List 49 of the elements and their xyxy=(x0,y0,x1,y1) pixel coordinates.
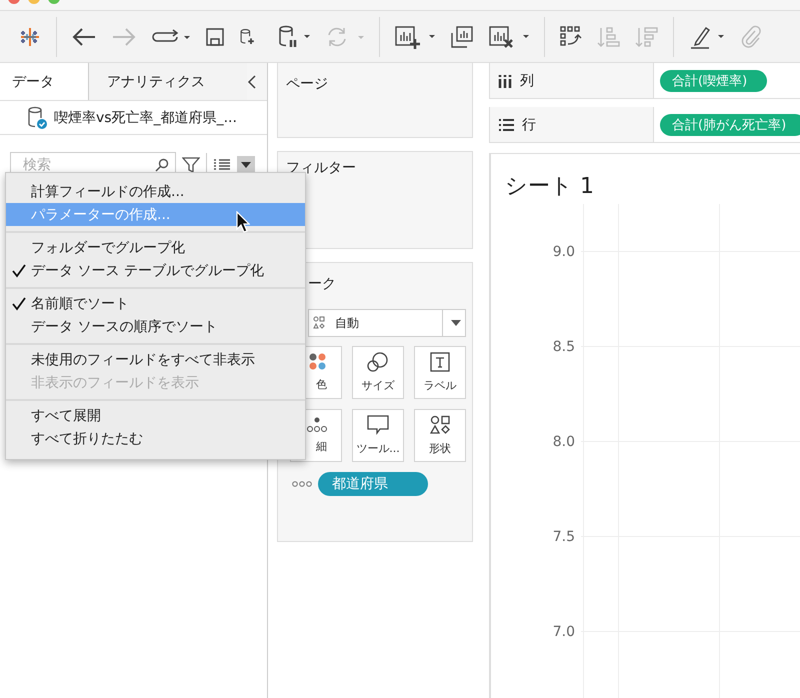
search-icon[interactable] xyxy=(155,158,169,172)
database-check-icon xyxy=(26,106,48,130)
shelf-label: 行 xyxy=(522,116,536,134)
sheet-title: シート 1 xyxy=(504,173,595,201)
shapes-icon xyxy=(430,415,450,435)
mark-type-dropdown[interactable]: 自動 xyxy=(308,309,466,337)
shelf-label: 列 xyxy=(520,72,534,90)
axis-tick-label: 8.5 xyxy=(552,338,576,354)
mark-property-button[interactable]: 形状 xyxy=(414,409,466,462)
shapes-icon xyxy=(313,316,325,330)
menu-item[interactable]: フォルダーでグループ化 xyxy=(6,236,305,259)
axis-tick-label: 7.0 xyxy=(552,624,576,640)
mark-property-button[interactable]: サイズ xyxy=(352,346,404,399)
new-chart-icon[interactable] xyxy=(394,24,436,50)
swap-icon[interactable] xyxy=(559,24,583,48)
caret-icon xyxy=(451,320,461,326)
filter-icon[interactable] xyxy=(182,156,200,174)
axis-tick-label: 9.0 xyxy=(552,244,576,260)
dots-icon xyxy=(292,481,312,487)
rows-icon xyxy=(498,118,514,132)
mark-property-button[interactable]: ツール... xyxy=(352,409,404,462)
speech-bubble-icon xyxy=(367,415,389,435)
mouse-pointer-icon xyxy=(236,211,250,233)
mark-property-button[interactable]: ラベル xyxy=(414,346,466,399)
save-icon[interactable] xyxy=(205,26,225,46)
axis-tick-label: 7.5 xyxy=(552,528,576,544)
text-box-icon xyxy=(430,352,450,372)
duplicate-chart-icon[interactable] xyxy=(450,24,474,48)
clear-chart-icon[interactable] xyxy=(488,24,530,50)
menu-item[interactable]: データ ソースの順序でソート xyxy=(6,315,305,338)
collapse-chevron-icon[interactable] xyxy=(247,74,257,88)
loop-arrow-icon[interactable] xyxy=(151,28,191,44)
card-title: ページ xyxy=(285,75,329,94)
pane-tab[interactable]: データ xyxy=(0,63,89,100)
menu-item[interactable]: データ ソース テーブルでグループ化 xyxy=(6,259,305,282)
color-dots-icon xyxy=(309,353,327,371)
dots-icon xyxy=(307,417,327,433)
caret-icon xyxy=(241,162,251,168)
menu-item[interactable]: 名前順でソート xyxy=(6,292,305,315)
menu-item[interactable]: 計算フィールドの作成... xyxy=(6,180,305,203)
list-view-icon[interactable] xyxy=(213,158,231,172)
datasource-name[interactable]: 喫煙率vs死亡率_都道府県_... xyxy=(54,108,237,126)
axis-tick-label: 8.0 xyxy=(552,434,576,450)
search-input[interactable]: 検索 xyxy=(21,156,155,174)
circles-icon xyxy=(367,352,389,372)
columns-icon xyxy=(498,74,512,88)
pause-database-icon[interactable] xyxy=(277,24,311,48)
back-arrow-icon[interactable] xyxy=(71,26,97,48)
card-title: ーク xyxy=(307,275,337,294)
